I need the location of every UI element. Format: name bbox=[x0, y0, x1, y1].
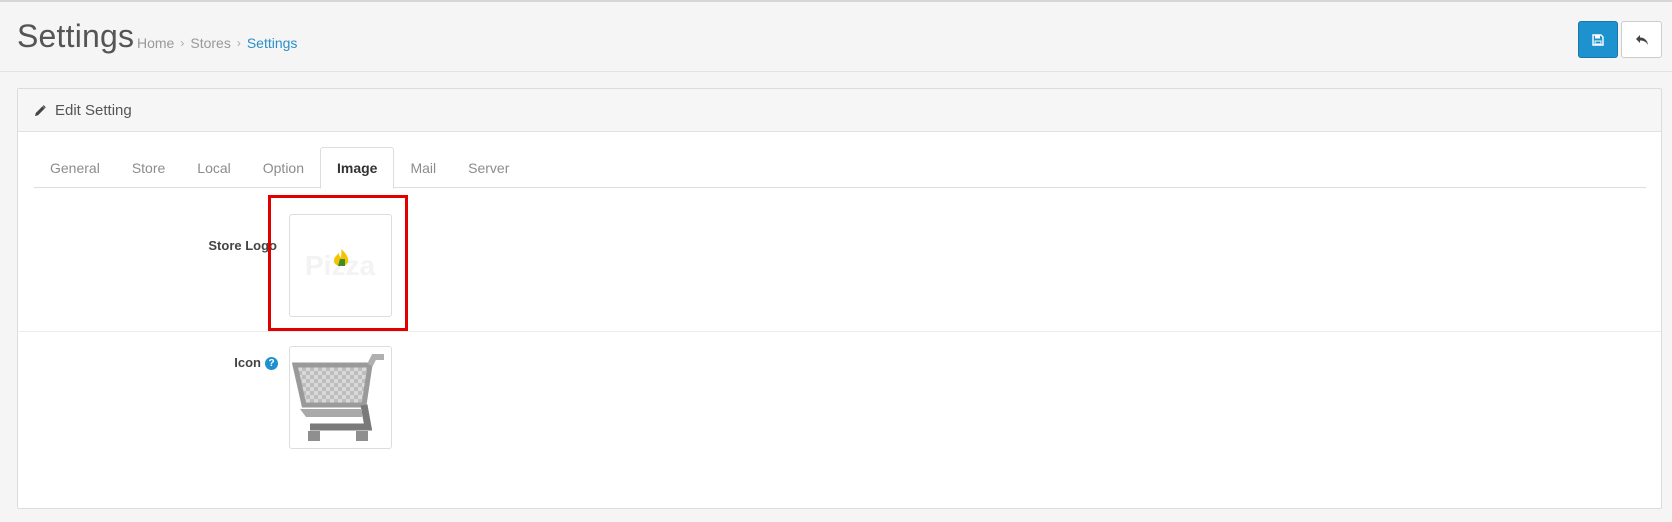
settings-tabs: General Store Local Option Image Mail Se… bbox=[34, 147, 1646, 189]
reply-arrow-icon bbox=[1635, 34, 1648, 45]
store-logo-thumbnail[interactable]: Pizza bbox=[289, 214, 392, 317]
store-logo-image: Pizza bbox=[305, 249, 375, 281]
row-divider bbox=[18, 331, 1661, 332]
panel-title-text: Edit Setting bbox=[55, 102, 132, 119]
edit-setting-panel: Edit Setting General Store Local Option … bbox=[17, 88, 1662, 509]
save-button[interactable] bbox=[1578, 21, 1618, 58]
help-icon[interactable]: ? bbox=[265, 357, 278, 371]
breadcrumb: Home › Stores › Settings bbox=[137, 35, 297, 51]
panel-heading: Edit Setting bbox=[18, 89, 1661, 132]
tab-server[interactable]: Server bbox=[452, 147, 525, 188]
tab-local[interactable]: Local bbox=[181, 147, 246, 188]
icon-label: Icon bbox=[234, 355, 261, 370]
pencil-icon bbox=[35, 104, 46, 116]
tab-option[interactable]: Option bbox=[247, 147, 320, 188]
tab-store[interactable]: Store bbox=[116, 147, 181, 188]
shopping-cart-icon bbox=[291, 354, 384, 441]
breadcrumb-home[interactable]: Home bbox=[137, 35, 174, 51]
store-logo-label: Store Logo bbox=[208, 238, 277, 253]
breadcrumb-separator: › bbox=[180, 36, 185, 50]
icon-label-container: Icon? bbox=[178, 355, 278, 371]
back-button[interactable] bbox=[1621, 21, 1662, 58]
floppy-disk-icon bbox=[1592, 33, 1604, 46]
tab-image[interactable]: Image bbox=[320, 147, 395, 189]
breadcrumb-stores[interactable]: Stores bbox=[190, 35, 230, 51]
page-title: Settings bbox=[17, 18, 135, 54]
page-header: Settings Home › Stores › Settings bbox=[0, 2, 1672, 72]
icon-thumbnail[interactable] bbox=[289, 346, 392, 449]
breadcrumb-separator: › bbox=[236, 36, 241, 50]
panel-title: Edit Setting bbox=[34, 102, 132, 119]
breadcrumb-settings[interactable]: Settings bbox=[247, 35, 298, 51]
tab-mail[interactable]: Mail bbox=[394, 147, 452, 188]
tab-general[interactable]: General bbox=[34, 147, 116, 188]
